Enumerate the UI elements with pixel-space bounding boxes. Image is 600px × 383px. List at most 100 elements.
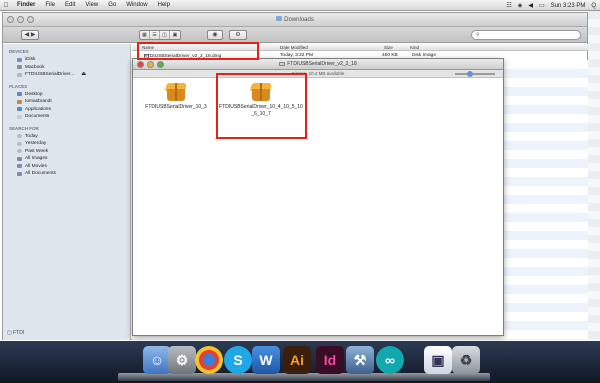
menu-help[interactable]: Help — [153, 2, 175, 8]
window-title-text: Downloads — [284, 17, 314, 23]
package-icon — [165, 83, 187, 101]
sidebar-item-macbook[interactable]: Macbook — [3, 64, 130, 72]
skype-icon[interactable]: S — [224, 346, 252, 374]
volume-titlebar: FTDIUSBSerialDriver_v2_2_18 — [133, 59, 503, 70]
eject-icon[interactable]: ⏏ — [81, 72, 86, 77]
sidebar-label: Macbook — [25, 64, 45, 70]
sidebar-item-desktop[interactable]: Desktop — [3, 91, 130, 99]
view-mode-segment[interactable]: ▦ ☰ ◫ ▣ — [139, 30, 181, 40]
icon-view-icon[interactable]: ▦ — [140, 31, 150, 39]
window-title: Downloads — [3, 16, 587, 23]
clock-icon — [17, 134, 22, 139]
sidebar-item-all-movies[interactable]: All Movies — [3, 163, 130, 171]
sidebar-item-yesterday[interactable]: Yesterday — [3, 140, 130, 148]
sidebar-label: All Movies — [25, 163, 47, 169]
menu-view[interactable]: View — [80, 2, 103, 8]
volume-title: FTDIUSBSerialDriver_v2_2_18 — [287, 61, 357, 67]
volume-icon[interactable]: ◀ — [528, 2, 533, 9]
clock-icon — [17, 141, 22, 146]
sidebar-header-search: SEARCH FOR — [9, 125, 39, 131]
sidebar-label: tomasbrandt — [25, 99, 52, 105]
volume-window: FTDIUSBSerialDriver_v2_2_18 2 items, 10.… — [132, 58, 504, 336]
search-icon: ⚲ — [476, 32, 480, 38]
volume-zoom-button[interactable] — [157, 61, 164, 68]
arduino-icon[interactable]: ∞ — [376, 346, 404, 374]
quicklook-eye-icon[interactable]: ◉ — [207, 30, 223, 40]
drive-icon — [17, 72, 22, 77]
bluetooth-icon[interactable]: ☷ — [506, 2, 511, 9]
finder-icon[interactable]: ☺ — [143, 346, 171, 374]
finder-titlebar: Downloads — [3, 13, 587, 27]
home-icon — [17, 99, 22, 104]
sidebar-label: FTDIUSBSerialDriver... — [25, 72, 75, 78]
xcode-icon[interactable]: ⚒ — [346, 346, 374, 374]
battery-icon[interactable]: ▭ — [539, 2, 545, 9]
smart-folder-icon — [17, 164, 22, 169]
sidebar-item-past-week[interactable]: Past Week — [3, 148, 130, 156]
sidebar-label: All Images — [25, 156, 48, 162]
column-date-modified[interactable]: Date Modified — [280, 45, 308, 50]
preview-icon[interactable]: ▣ — [424, 346, 452, 374]
action-gear-icon[interactable]: ⚙ — [229, 30, 247, 40]
illustrator-icon[interactable]: Ai — [283, 346, 311, 374]
coverflow-view-icon[interactable]: ▣ — [170, 31, 180, 39]
menu-go[interactable]: Go — [103, 2, 121, 8]
volume-window-controls — [137, 61, 164, 68]
sidebar: DEVICES iDisk Macbook FTDIUSBSerialDrive… — [3, 44, 131, 340]
sidebar-status: ▢ FTDI — [7, 330, 24, 336]
volume-status-bar: 2 items, 10.4 MB available — [133, 70, 503, 78]
column-size[interactable]: Size — [384, 45, 393, 50]
volume-minimize-button[interactable] — [147, 61, 154, 68]
highlight-dmg-file — [137, 42, 259, 60]
chrome-icon[interactable] — [195, 346, 223, 374]
sidebar-label: Desktop — [25, 91, 43, 97]
volume-close-button[interactable] — [137, 61, 144, 68]
sidebar-label: Applications — [25, 106, 51, 112]
trash-icon[interactable]: ♻ — [452, 346, 480, 374]
spotlight-icon[interactable]: Q — [591, 3, 596, 9]
sidebar-status-text: FTDI — [13, 330, 25, 336]
menu-app-finder[interactable]: Finder — [12, 2, 40, 8]
sidebar-header-devices: DEVICES — [9, 49, 29, 54]
sidebar-item-all-documents[interactable]: All Documents — [3, 170, 130, 178]
menu-window[interactable]: Window — [121, 2, 152, 8]
wifi-icon[interactable]: ◈ — [518, 2, 523, 9]
menubar-clock[interactable]: Sun 3:23 PM — [551, 3, 586, 9]
clock-icon — [17, 149, 22, 154]
sidebar-label: All Documents — [25, 171, 56, 177]
search-field[interactable]: ⚲ — [471, 30, 581, 40]
sidebar-item-documents[interactable]: Documents — [3, 113, 130, 121]
sidebar-item-ftdi-volume[interactable]: FTDIUSBSerialDriver... ⏏ — [3, 71, 130, 79]
column-view-icon[interactable]: ◫ — [160, 31, 170, 39]
sidebar-item-idisk[interactable]: iDisk — [3, 56, 130, 64]
drive-small-icon: ▢ — [7, 330, 12, 336]
system-prefs-icon[interactable]: ⚙ — [168, 346, 196, 374]
icon-size-slider[interactable] — [455, 71, 495, 77]
desktop-background — [588, 11, 600, 341]
sidebar-item-all-images[interactable]: All Images — [3, 155, 130, 163]
menu-file[interactable]: File — [40, 2, 60, 8]
laptop-icon — [17, 65, 22, 70]
sidebar-item-home[interactable]: tomasbrandt — [3, 98, 130, 106]
list-view-icon[interactable]: ☰ — [150, 31, 160, 39]
column-kind[interactable]: Kind — [410, 45, 419, 50]
finder-toolbar: ◀ ▶ ▦ ☰ ◫ ▣ ◉ ⚙ ⚲ — [3, 27, 587, 43]
drive-title-icon — [279, 61, 286, 66]
apple-menu-icon[interactable]:  — [0, 2, 12, 9]
package-item-10-3[interactable]: FTDIUSBSerialDriver_10_3 — [136, 83, 216, 111]
menu-edit[interactable]: Edit — [60, 2, 80, 8]
back-forward-button[interactable]: ◀ ▶ — [21, 30, 39, 40]
applications-icon — [17, 107, 22, 112]
package-label: FTDIUSBSerialDriver_10_3 — [145, 104, 207, 110]
dock-shelf — [118, 373, 490, 381]
sidebar-item-today[interactable]: Today — [3, 133, 130, 141]
sidebar-label: Today — [25, 133, 38, 139]
sidebar-item-applications[interactable]: Applications — [3, 106, 130, 114]
highlight-driver-package — [216, 73, 307, 139]
folder-icon — [276, 16, 283, 21]
sidebar-label: Documents — [25, 114, 50, 120]
word-icon[interactable]: W — [252, 346, 280, 374]
indesign-icon[interactable]: Id — [316, 346, 344, 374]
slider-handle[interactable] — [467, 71, 473, 77]
sidebar-label: Yesterday — [25, 141, 47, 147]
